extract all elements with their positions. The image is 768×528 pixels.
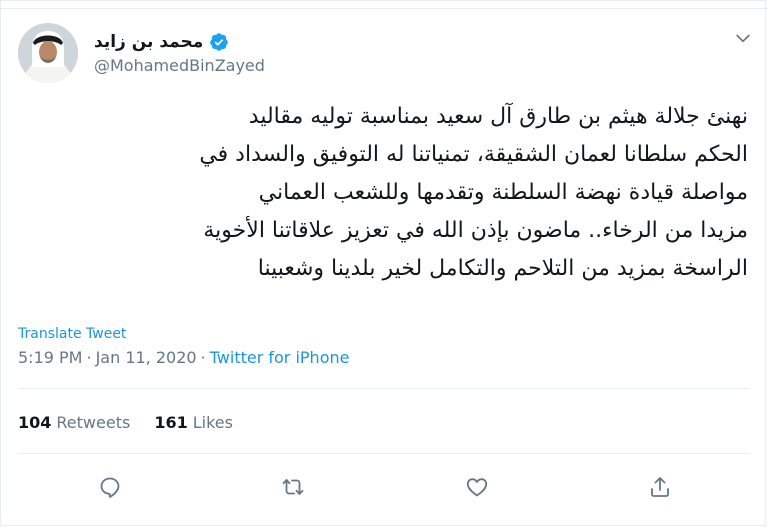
user-handle[interactable]: @MohamedBinZayed: [94, 56, 265, 75]
top-divider: [0, 8, 768, 9]
like-button[interactable]: [464, 474, 490, 500]
display-name[interactable]: محمد بن زايد: [94, 32, 203, 52]
chevron-down-icon[interactable]: [733, 28, 753, 48]
name-row: محمد بن زايد: [94, 30, 229, 54]
retweets-label: Retweets: [56, 413, 131, 432]
share-icon: [651, 477, 669, 497]
tweet-line: الحكم سلطانا لعمان الشقيقة، تمنياتنا له …: [199, 142, 748, 167]
heart-icon: [466, 478, 488, 497]
tweet-line: مواصلة قيادة نهضة السلطنة وتقدمها وللشعب…: [258, 180, 748, 205]
tweet-stats: 104 Retweets 161 Likes: [18, 413, 233, 432]
likes-stat[interactable]: 161 Likes: [154, 413, 233, 432]
reply-button[interactable]: [97, 474, 123, 500]
meta-separator: ·: [200, 348, 206, 367]
likes-label: Likes: [192, 413, 233, 432]
divider: [18, 453, 750, 454]
retweets-stat[interactable]: 104 Retweets: [18, 413, 130, 432]
tweet-time[interactable]: 5:19 PM: [18, 348, 82, 367]
likes-count: 161: [154, 413, 188, 432]
tweet-line: مزيدا من الرخاء.. ماضون بإذن الله في تعز…: [203, 218, 748, 243]
divider: [18, 388, 750, 389]
translate-tweet-link[interactable]: Translate Tweet: [18, 326, 126, 342]
tweet-meta: 5:19 PM · Jan 11, 2020 · Twitter for iPh…: [18, 348, 349, 367]
retweet-icon: [282, 479, 304, 495]
tweet-source-link[interactable]: Twitter for iPhone: [210, 348, 350, 367]
meta-separator: ·: [86, 348, 92, 367]
retweet-button[interactable]: [280, 474, 306, 500]
reply-icon: [100, 477, 120, 498]
tweet-line: الراسخة بمزيد من التلاحم والتكامل لخير ب…: [257, 256, 748, 281]
avatar[interactable]: [18, 23, 78, 83]
avatar-image: [18, 23, 78, 83]
retweets-count: 104: [18, 413, 52, 432]
share-button[interactable]: [647, 474, 673, 500]
tweet-line: نهنئ جلالة هيثم بن طارق آل سعيد بمناسبة …: [248, 104, 748, 129]
tweet-date[interactable]: Jan 11, 2020: [96, 348, 197, 367]
tweet-text: نهنئ جلالة هيثم بن طارق آل سعيد بمناسبة …: [28, 98, 748, 288]
verified-badge-icon: [209, 32, 229, 52]
